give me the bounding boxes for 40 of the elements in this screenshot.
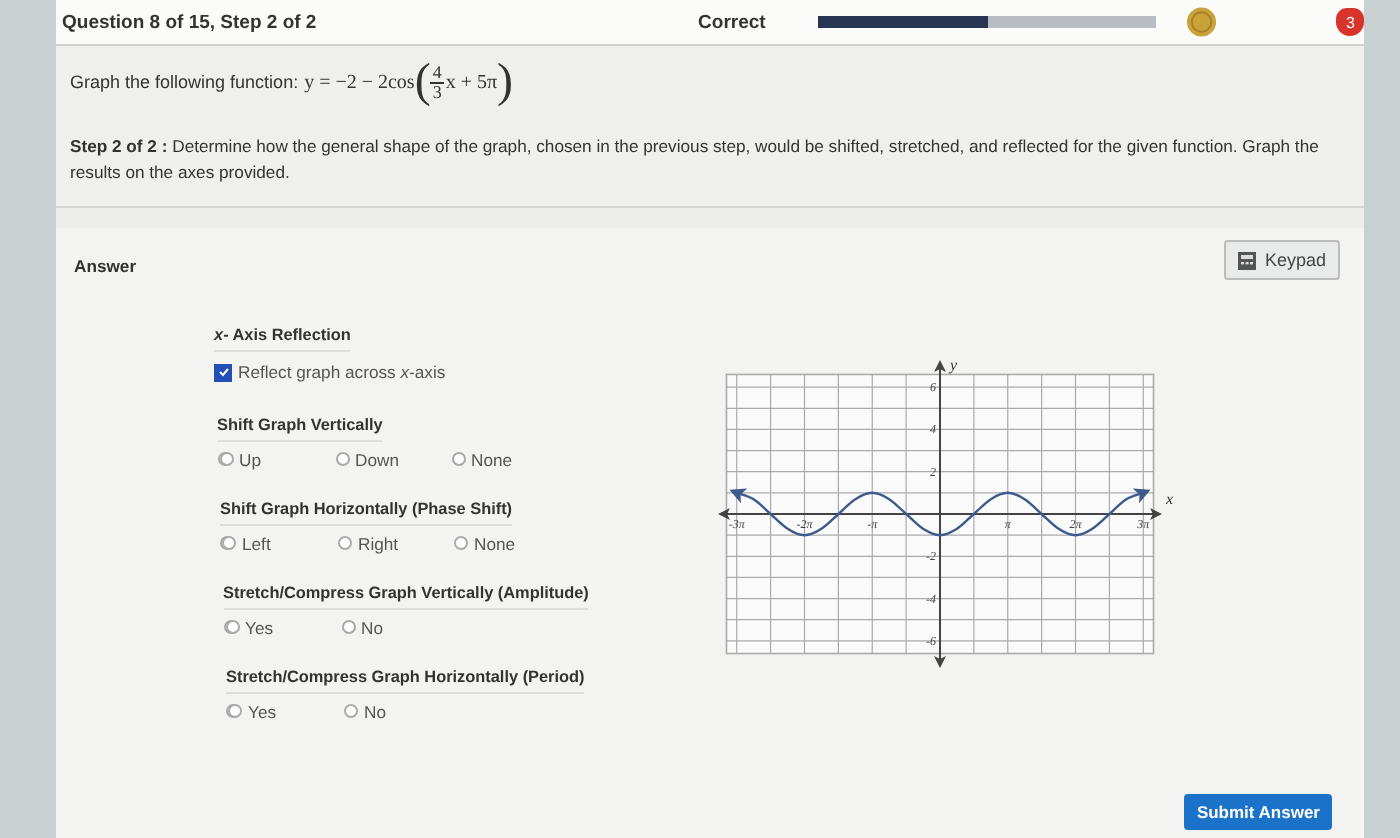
option-label: No [361, 617, 383, 637]
section-heading: Shift Graph Vertically [217, 416, 383, 442]
question-counter: Question 8 of 15, Step 2 of 2 [62, 11, 319, 33]
keypad-button[interactable]: Keypad [1224, 240, 1340, 280]
section-heading: x- Axis Reflection [214, 326, 351, 352]
coin-icon[interactable] [1185, 6, 1217, 38]
step-instructions: Step 2 of 2 : Determine how the general shape of the graph, chosen in the previous step, would be shifted, stretched, and reflected for the given function. Graph the results on the axes provided. [70, 134, 1321, 186]
y-axis-label: y [950, 356, 958, 374]
section-heading: Shift Graph Horizontally (Phase Shift) [220, 500, 513, 526]
radio-button[interactable] [338, 536, 352, 550]
option-label: None [471, 449, 513, 469]
option-label: Right [358, 533, 399, 553]
option-label: Down [355, 449, 399, 469]
option-label: None [474, 533, 516, 553]
question-prompt: Graph the following function: [70, 72, 299, 92]
radio-button[interactable] [219, 452, 233, 466]
radio-button[interactable] [344, 704, 358, 718]
answer-label: Answer [74, 256, 137, 276]
checkbox[interactable] [214, 363, 232, 381]
radio-button[interactable] [341, 620, 355, 634]
radio-button[interactable] [454, 536, 468, 550]
option-label: Left [242, 533, 271, 553]
option-label: Reflect graph across x-axis [238, 362, 446, 382]
graph-curve[interactable] [729, 488, 1151, 537]
count-badge: 3 [1336, 8, 1364, 36]
option-label: No [364, 701, 386, 721]
option-label: Yes [248, 701, 277, 721]
status-text: Correct [698, 11, 768, 33]
x-axis-label: x [1166, 490, 1174, 508]
radio-button[interactable] [225, 620, 239, 634]
radio-button[interactable] [335, 452, 349, 466]
submit-button[interactable]: Submit Answer [1184, 794, 1332, 830]
calculator-icon [1238, 251, 1257, 269]
option-label: Up [239, 449, 261, 469]
radio-button[interactable] [228, 704, 242, 718]
radio-button[interactable] [451, 452, 465, 466]
section-heading: Stretch/Compress Graph Vertically (Amplitude) [223, 584, 589, 610]
radio-button[interactable] [222, 536, 236, 550]
section-heading: Stretch/Compress Graph Horizontally (Period) [226, 668, 585, 694]
option-label: Yes [245, 617, 274, 637]
